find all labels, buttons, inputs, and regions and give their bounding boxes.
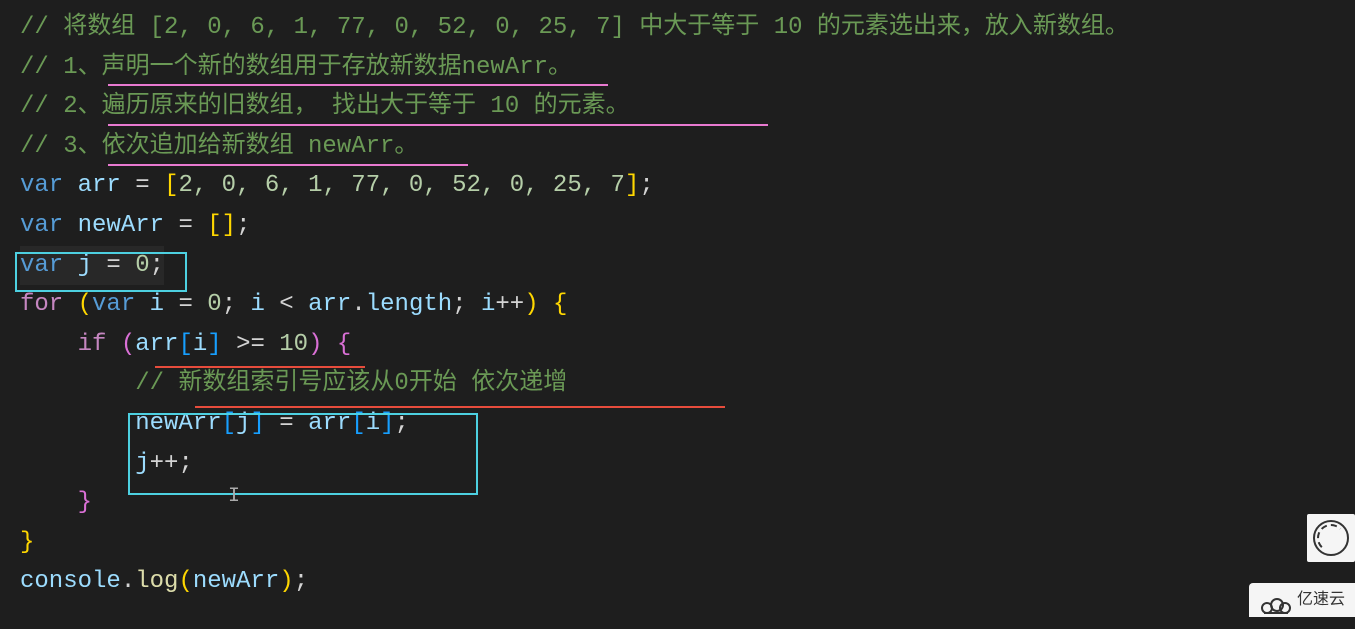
- cloud-icon: [1259, 590, 1291, 610]
- annotation-box-assignment: [128, 413, 478, 495]
- code-line-10: // 新数组索引号应该从0开始 依次递增: [20, 364, 1335, 404]
- code-line-3: // 2、遍历原来的旧数组， 找出大于等于 10 的元素。: [20, 87, 1335, 127]
- code-line-1: // 将数组 [2, 0, 6, 1, 77, 0, 52, 0, 25, 7]…: [20, 8, 1335, 48]
- annotation-underline-2: [108, 124, 768, 126]
- text-cursor-icon: I: [228, 480, 240, 513]
- code-line-9: if (arr[i] >= 10) {: [20, 325, 1335, 365]
- annotation-underline-condition: [155, 366, 365, 368]
- code-line-8: for (var i = 0; i < arr.length; i++) {: [20, 285, 1335, 325]
- code-line-15: console.log(newArr);: [20, 562, 1335, 602]
- code-line-2: // 1、声明一个新的数组用于存放新数据newArr。: [20, 48, 1335, 88]
- code-line-14: }: [20, 523, 1335, 563]
- code-editor[interactable]: // 将数组 [2, 0, 6, 1, 77, 0, 52, 0, 25, 7]…: [20, 8, 1335, 602]
- watermark-brand: 亿速云: [1249, 583, 1355, 617]
- watermark-logo-1: [1307, 514, 1355, 562]
- annotation-box-var-j: [15, 252, 187, 292]
- watermark-text: 亿速云: [1297, 587, 1345, 613]
- annotation-underline-3: [108, 164, 468, 166]
- code-line-6: var newArr = [];: [20, 206, 1335, 246]
- annotation-underline-comment: [195, 406, 725, 408]
- annotation-underline-1: [108, 84, 608, 86]
- code-line-4: // 3、依次追加给新数组 newArr。: [20, 127, 1335, 167]
- code-line-5: var arr = [2, 0, 6, 1, 77, 0, 52, 0, 25,…: [20, 166, 1335, 206]
